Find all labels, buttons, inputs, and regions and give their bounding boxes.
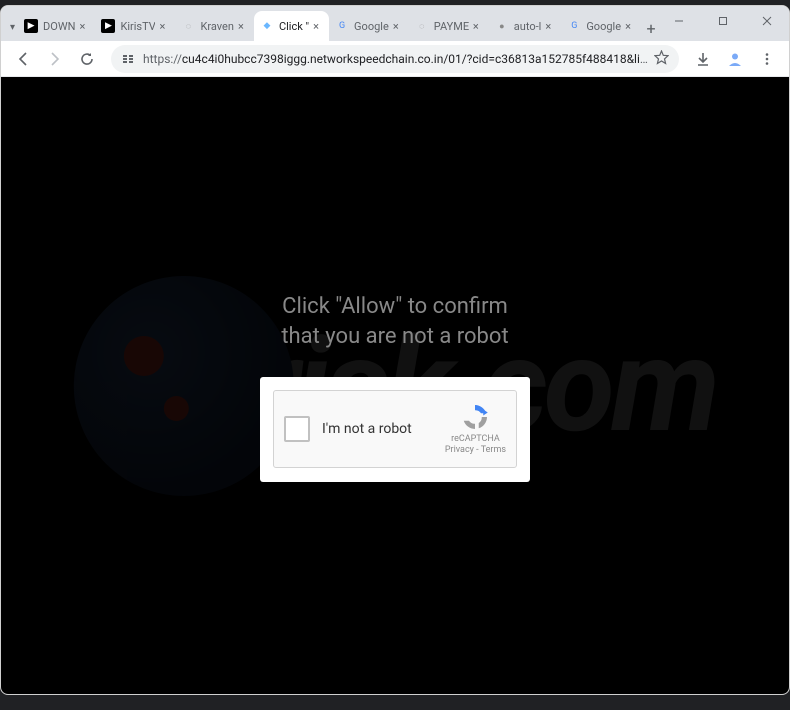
address-bar[interactable]: https://cu4c4i0hubcc7398iggg.networkspee…	[111, 45, 679, 73]
tab-0[interactable]: ▶ DOWN×	[18, 11, 95, 41]
tab-close-icon[interactable]: ×	[389, 19, 403, 33]
back-button[interactable]	[9, 45, 37, 73]
tab-favicon-icon: G	[335, 19, 349, 33]
toolbar: https://cu4c4i0hubcc7398iggg.networkspee…	[1, 41, 789, 77]
tab-title: KirisTV	[120, 20, 155, 33]
recaptcha-badge: reCAPTCHA Privacy - Terms	[445, 402, 506, 456]
tab-favicon-icon: ◆	[260, 19, 274, 33]
tab-close-icon[interactable]: ×	[621, 19, 635, 33]
tab-title: Kraven	[200, 20, 233, 33]
tab-1[interactable]: ▶ KirisTV×	[95, 11, 175, 41]
recaptcha-logo-icon	[460, 402, 490, 432]
tab-strip: ▶DOWN×▶KirisTV×◌Kraven×◆Click "×GGoogle×…	[18, 11, 641, 41]
recaptcha-anchor: I'm not a robot reCAPTCHA Privacy - Term…	[273, 390, 517, 468]
menu-icon[interactable]	[753, 45, 781, 73]
message-line-1: Click "Allow" to confirm	[281, 292, 508, 322]
tab-title: Google	[586, 20, 621, 33]
tab-title: Click "	[279, 20, 309, 33]
bookmark-star-icon[interactable]	[654, 50, 669, 68]
tab-2[interactable]: ◌ Kraven×	[175, 11, 253, 41]
tab-favicon-icon: G	[567, 19, 581, 33]
url-text: https://cu4c4i0hubcc7398iggg.networkspee…	[143, 52, 648, 66]
tab-7[interactable]: G Google×	[561, 11, 641, 41]
window-controls	[657, 6, 789, 41]
tab-title: Google	[354, 20, 389, 33]
new-tab-button[interactable]: +	[645, 15, 657, 41]
tab-favicon-icon: ▶	[24, 19, 38, 33]
tab-favicon-icon: ◌	[415, 19, 429, 33]
tab-close-icon[interactable]: ×	[541, 19, 555, 33]
close-window-button[interactable]	[745, 6, 789, 36]
tab-6[interactable]: ● auto-l×	[489, 11, 562, 41]
tab-favicon-icon: ●	[495, 19, 509, 33]
tab-favicon-icon: ◌	[181, 19, 195, 33]
tab-favicon-icon: ▶	[101, 19, 115, 33]
forward-button[interactable]	[41, 45, 69, 73]
tab-search-dropdown[interactable]: ▾	[7, 13, 18, 41]
tab-close-icon[interactable]: ×	[155, 19, 169, 33]
tab-close-icon[interactable]: ×	[469, 19, 483, 33]
tab-title: auto-l	[514, 20, 542, 33]
titlebar: ▾ ▶DOWN×▶KirisTV×◌Kraven×◆Click "×GGoogl…	[1, 6, 789, 41]
site-info-icon[interactable]	[121, 52, 135, 66]
tab-close-icon[interactable]: ×	[234, 19, 248, 33]
recaptcha-checkbox[interactable]	[284, 416, 310, 442]
tab-close-icon[interactable]: ×	[75, 19, 89, 33]
browser-window: ▾ ▶DOWN×▶KirisTV×◌Kraven×◆Click "×GGoogl…	[0, 5, 790, 695]
tab-4[interactable]: G Google×	[329, 11, 409, 41]
maximize-button[interactable]	[701, 6, 745, 36]
recaptcha-label: I'm not a robot	[322, 421, 445, 437]
tab-close-icon[interactable]: ×	[309, 19, 323, 33]
tab-3[interactable]: ◆ Click "×	[254, 11, 329, 41]
recaptcha-privacy-terms[interactable]: Privacy - Terms	[445, 445, 506, 456]
tab-5[interactable]: ◌ PAYME×	[409, 11, 489, 41]
recaptcha-brand: reCAPTCHA	[451, 434, 500, 445]
profile-avatar-icon[interactable]	[721, 45, 749, 73]
tab-title: PAYME	[434, 20, 469, 33]
recaptcha-widget: I'm not a robot reCAPTCHA Privacy - Term…	[260, 377, 530, 482]
tab-title: DOWN	[43, 20, 75, 33]
reload-button[interactable]	[73, 45, 101, 73]
message-line-2: that you are not a robot	[281, 322, 508, 352]
page-content: risk.com Click "Allow" to confirm that y…	[1, 77, 789, 694]
minimize-button[interactable]	[657, 6, 701, 36]
downloads-icon[interactable]	[689, 45, 717, 73]
allow-prompt-message: Click "Allow" to confirm that you are no…	[281, 292, 508, 351]
